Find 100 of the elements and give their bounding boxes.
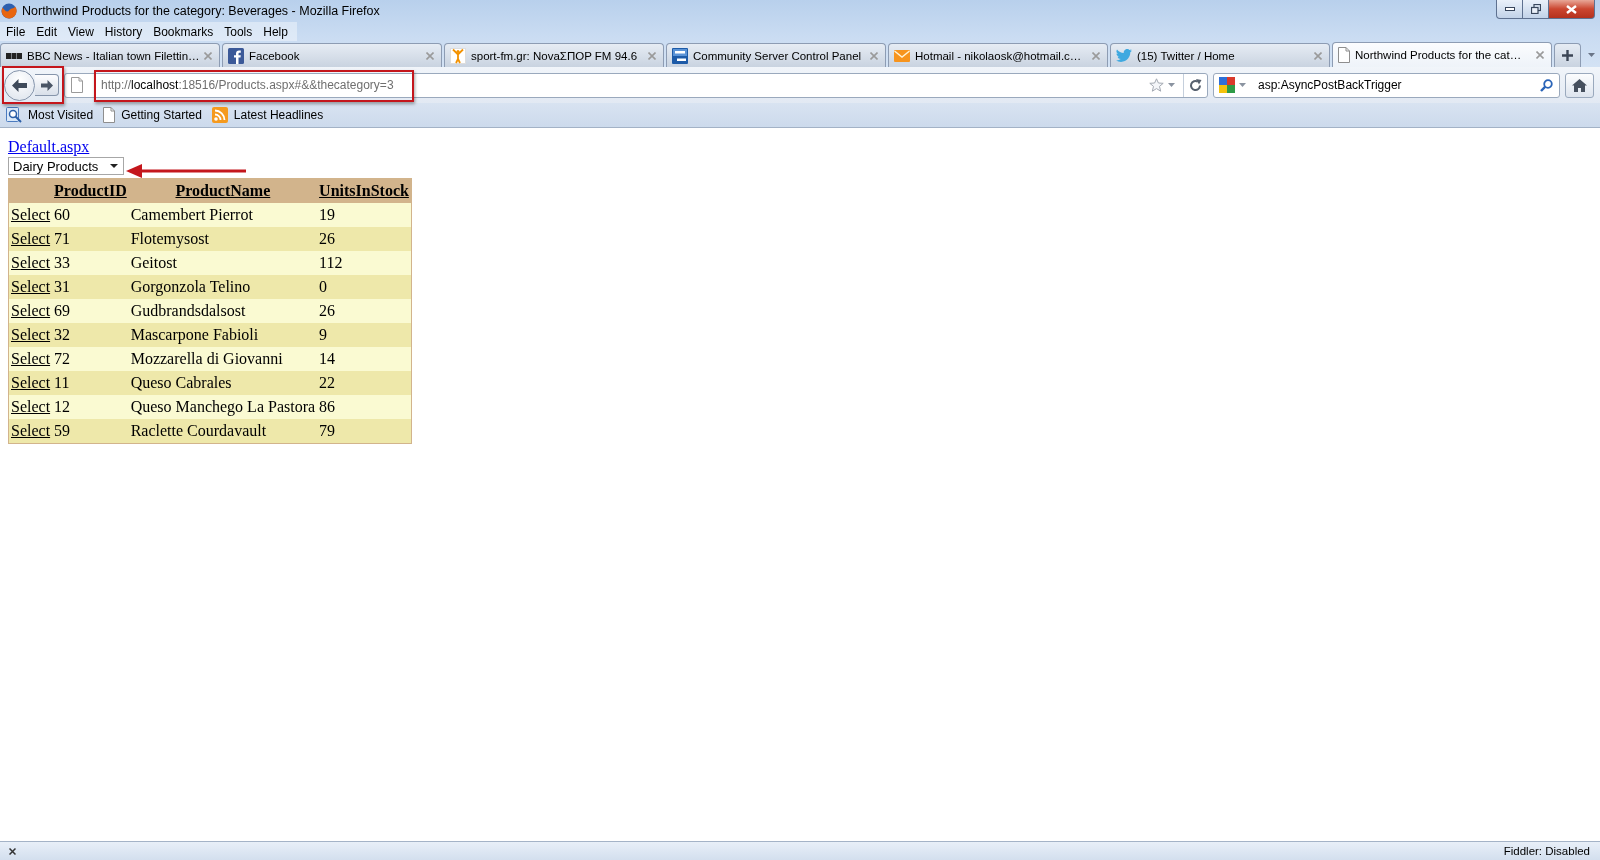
page-icon xyxy=(1338,47,1350,63)
bookmark-item[interactable]: Most Visited xyxy=(4,107,96,123)
globe-icon xyxy=(1,2,17,19)
tab[interactable]: sport-fm.gr: NovaΣΠΟΡ FM 94.6 xyxy=(444,43,664,67)
close-icon[interactable] xyxy=(9,847,16,855)
envelope-icon xyxy=(894,49,910,62)
select-link[interactable]: Select xyxy=(11,398,51,415)
magnifier-page-icon xyxy=(6,107,22,123)
forward-button[interactable] xyxy=(35,74,59,96)
select-link[interactable]: Select xyxy=(11,422,51,439)
tab[interactable]: Facebook xyxy=(222,43,442,67)
table-cell: 32 xyxy=(52,323,129,347)
table-cell: 71 xyxy=(52,227,129,251)
logo-tile-icon xyxy=(228,47,244,64)
table-cell: 86 xyxy=(317,395,412,419)
table-cell: 33 xyxy=(52,251,129,275)
search-icon[interactable] xyxy=(1540,78,1553,92)
table-cell: Queso Manchego La Pastora xyxy=(128,395,318,419)
table-cell: 31 xyxy=(52,275,129,299)
menu-item[interactable]: View xyxy=(62,24,99,39)
minimize-button[interactable] xyxy=(1496,0,1523,19)
table-cell: 12 xyxy=(52,395,129,419)
caret-icon[interactable] xyxy=(1239,83,1246,87)
sort-link[interactable]: ProductName xyxy=(175,182,271,199)
sort-link[interactable]: UnitsInStock xyxy=(319,182,409,199)
caret-icon xyxy=(1587,53,1595,57)
menu-item[interactable]: Edit xyxy=(30,24,63,39)
minimize-icon xyxy=(1504,7,1515,11)
table-cell: Geitost xyxy=(128,251,318,275)
feed-icon xyxy=(211,107,228,123)
page-icon[interactable] xyxy=(71,77,83,93)
table-cell: 14 xyxy=(317,347,412,371)
caret-icon[interactable] xyxy=(1168,83,1175,87)
table-cell: 72 xyxy=(52,347,129,371)
highlight-frame xyxy=(2,66,64,104)
select-link[interactable]: Select xyxy=(11,206,51,223)
table-cell: 79 xyxy=(317,419,412,444)
menu-item[interactable]: Tools xyxy=(218,24,258,39)
sort-link[interactable]: ProductID xyxy=(54,182,127,199)
caret-icon xyxy=(110,164,118,168)
tab[interactable]: (15) Twitter / Home xyxy=(1110,43,1330,67)
table-cell: Mozzarella di Giovanni xyxy=(128,347,318,371)
logo-tile-icon xyxy=(672,47,688,64)
home-button[interactable] xyxy=(1565,72,1594,98)
bird-icon xyxy=(1116,49,1132,62)
plus-icon xyxy=(1562,50,1573,61)
menu-item[interactable]: Help xyxy=(257,24,293,39)
table-cell: 26 xyxy=(317,227,412,251)
tiles-icon[interactable] xyxy=(1219,77,1235,93)
select-link[interactable]: Select xyxy=(11,278,51,295)
menu-item[interactable]: History xyxy=(98,24,148,39)
table-cell: 112 xyxy=(317,251,412,275)
category-dropdown[interactable]: Dairy Products xyxy=(8,157,124,175)
table-cell: Flotemysost xyxy=(128,227,318,251)
table-cell: 9 xyxy=(317,323,412,347)
restore-button[interactable] xyxy=(1523,0,1549,19)
table-cell: Queso Cabrales xyxy=(128,371,318,395)
select-link[interactable]: Select xyxy=(11,254,51,271)
select-link[interactable]: Select xyxy=(11,326,51,343)
table-cell: 19 xyxy=(317,203,412,227)
search-field[interactable]: asp:AsyncPostBackTrigger xyxy=(1213,72,1560,98)
menu-item[interactable]: Bookmarks xyxy=(147,24,219,39)
table-cell: 60 xyxy=(52,203,129,227)
table-cell: Camembert Pierrot xyxy=(128,203,318,227)
table-cell: Mascarpone Fabioli xyxy=(128,323,318,347)
table-cell: 26 xyxy=(317,299,412,323)
select-link[interactable]: Select xyxy=(11,374,51,391)
table-cell: 59 xyxy=(52,419,129,444)
status-text: Fiddler: Disabled xyxy=(1503,845,1590,857)
new-tab-button[interactable] xyxy=(1554,43,1581,67)
tab[interactable]: Northwind Products for the cat… xyxy=(1332,42,1552,67)
tab[interactable]: Community Server Control Panel xyxy=(666,43,886,67)
select-link[interactable]: Select xyxy=(11,230,51,247)
address-field[interactable]: http://localhost:18516/Products.aspx#&&thecategory=3 xyxy=(64,72,1208,98)
close-icon xyxy=(1566,4,1577,14)
tab[interactable]: BBC News - Italian town Filettin… xyxy=(0,43,220,67)
page-link[interactable]: Default.aspx xyxy=(8,138,90,156)
figure-icon xyxy=(450,47,466,64)
table-cell: 0 xyxy=(317,275,412,299)
restore-icon xyxy=(1530,4,1541,14)
table-cell: 22 xyxy=(317,371,412,395)
tab[interactable]: Hotmail - nikolaosk@hotmail.c… xyxy=(888,43,1108,67)
star-icon[interactable] xyxy=(1149,78,1164,92)
back-button[interactable] xyxy=(4,69,35,101)
page-icon xyxy=(103,107,116,123)
menu-item[interactable]: File xyxy=(0,24,31,39)
table-cell: Gudbrandsdalsost xyxy=(128,299,318,323)
table-cell: Raclette Courdavault xyxy=(128,419,318,444)
table-cell: Gorgonzola Telino xyxy=(128,275,318,299)
bookmark-item[interactable]: Getting Started xyxy=(101,107,204,123)
bookmark-item[interactable]: Latest Headlines xyxy=(209,107,326,123)
close-button[interactable] xyxy=(1549,0,1595,19)
left-arrow-icon xyxy=(12,78,27,92)
house-icon xyxy=(1572,78,1587,92)
window-title: Northwind Products for the category: Beverages - Mozilla Firefox xyxy=(22,3,380,18)
select-link[interactable]: Select xyxy=(11,302,51,319)
blocks-icon xyxy=(6,52,22,59)
reload-icon xyxy=(1189,78,1202,92)
select-link[interactable]: Select xyxy=(11,350,51,367)
right-arrow-icon xyxy=(40,79,53,91)
